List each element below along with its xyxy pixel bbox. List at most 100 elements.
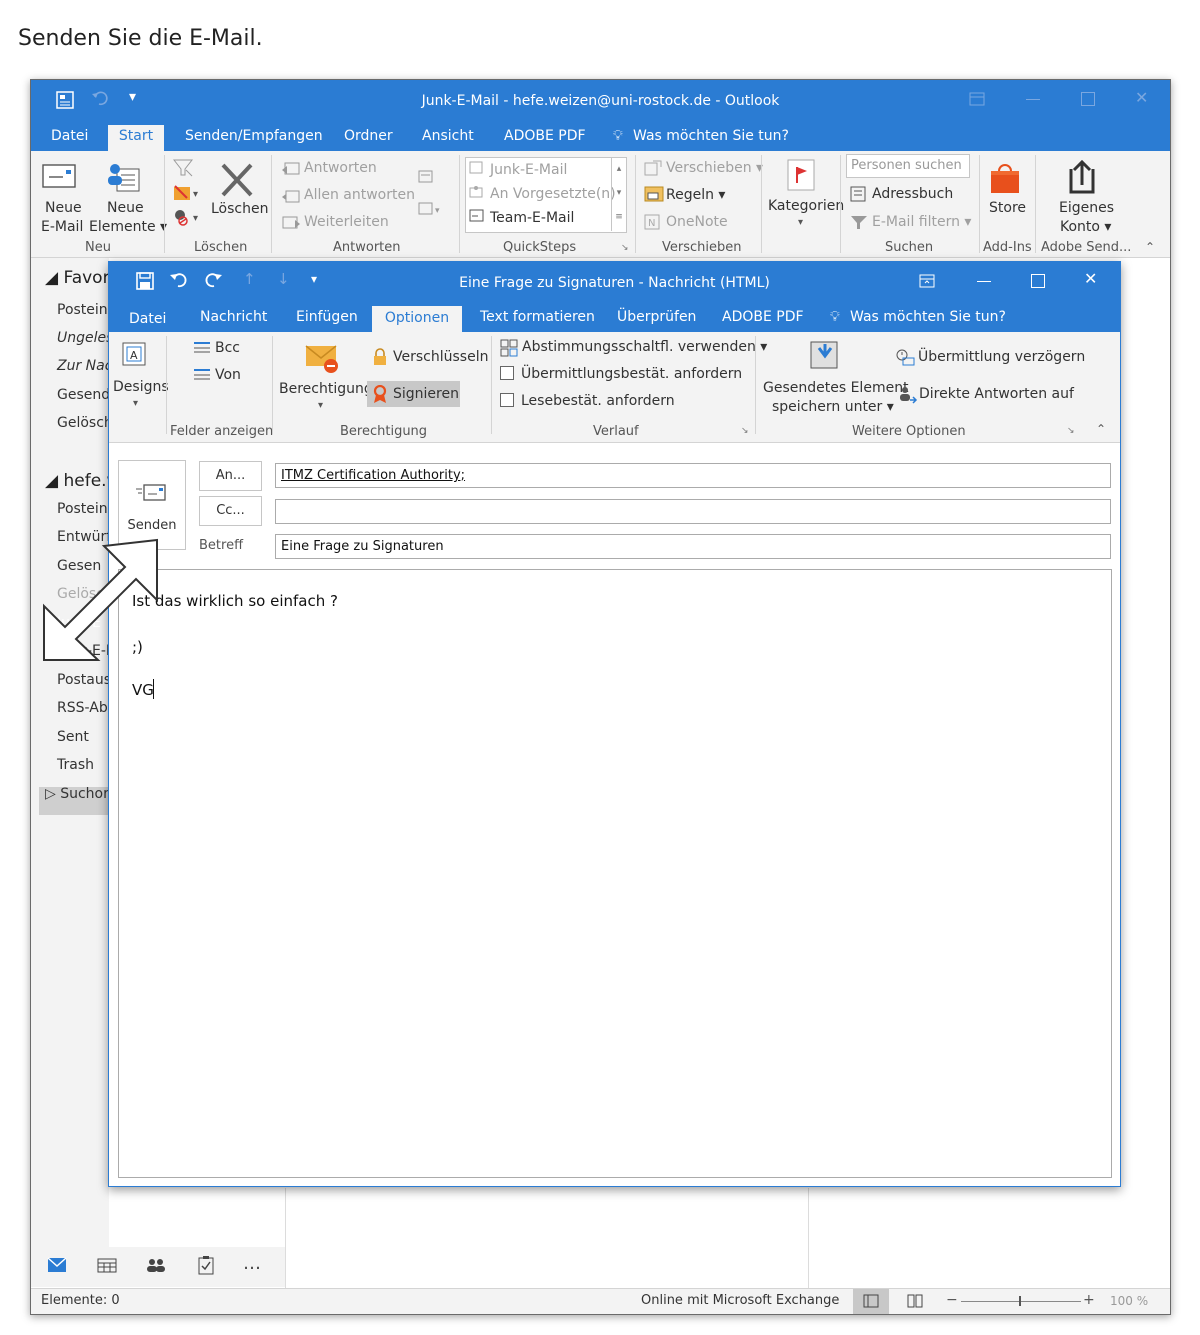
- tab-adobe-pdf[interactable]: ADOBE PDF: [722, 306, 804, 332]
- mail-icon[interactable]: [47, 1257, 67, 1273]
- folder-item[interactable]: Sent: [57, 729, 89, 745]
- folder-item[interactable]: Postaus: [57, 672, 109, 688]
- minimize-icon[interactable]: [977, 281, 991, 282]
- read-receipt-checkbox[interactable]: Lesebestät. anfordern: [500, 393, 675, 409]
- folder-favorite[interactable]: Ungeles: [57, 330, 109, 346]
- more-modules-icon[interactable]: …: [243, 1253, 261, 1274]
- sign-button[interactable]: Signieren: [393, 386, 459, 402]
- ribbon-display-options-icon[interactable]: [919, 274, 935, 288]
- favorites-header[interactable]: ◢ Favorit: [45, 268, 109, 288]
- tab-ordner[interactable]: Ordner: [344, 125, 393, 151]
- themes-button[interactable]: Designs: [113, 379, 169, 395]
- direct-replies-button[interactable]: Direkte Antworten auf: [919, 386, 1074, 402]
- folder-item[interactable]: ▷ Suchord: [45, 786, 109, 802]
- onenote-button[interactable]: OneNote: [666, 214, 728, 230]
- quickstep-junk[interactable]: Junk-E-Mail: [490, 162, 567, 178]
- voting-buttons-dropdown[interactable]: Abstimmungsschaltfl. verwenden ▾: [522, 339, 767, 355]
- zoom-in-icon[interactable]: +: [1083, 1292, 1095, 1308]
- tab-adobe-pdf[interactable]: ADOBE PDF: [504, 125, 586, 151]
- ribbon-display-options-icon[interactable]: [969, 92, 985, 106]
- dialog-launcher-icon[interactable]: ↘: [741, 426, 749, 436]
- checkbox-box[interactable]: [500, 393, 514, 407]
- store-button[interactable]: Store: [989, 200, 1026, 216]
- new-email-label-2[interactable]: E-Mail: [41, 219, 83, 235]
- permission-button[interactable]: Berechtigung: [279, 381, 373, 397]
- zoom-out-icon[interactable]: −: [946, 1292, 958, 1308]
- tasks-icon[interactable]: [197, 1255, 215, 1275]
- maximize-icon[interactable]: [1081, 92, 1095, 106]
- cc-button[interactable]: Cc...: [199, 496, 262, 526]
- junk-icon[interactable]: ▾: [171, 207, 201, 227]
- people-search-input[interactable]: Personen suchen: [846, 154, 970, 178]
- recipient-chip[interactable]: ITMZ Certification Authority;: [281, 468, 465, 483]
- tab-ansicht[interactable]: Ansicht: [422, 125, 474, 151]
- normal-view-icon[interactable]: [863, 1294, 879, 1308]
- tell-me-search[interactable]: Was möchten Sie tun?: [633, 125, 789, 151]
- from-button[interactable]: Von: [215, 367, 241, 383]
- tab-nachricht[interactable]: Nachricht: [200, 306, 267, 332]
- tab-senden-empfangen[interactable]: Senden/Empfangen: [185, 125, 323, 151]
- quickstep-manager[interactable]: An Vorgesetzte(n): [490, 186, 616, 202]
- address-book-button[interactable]: Adressbuch: [872, 186, 953, 202]
- tab-optionen[interactable]: Optionen: [372, 306, 462, 332]
- folder-item[interactable]: Posteing: [57, 501, 109, 517]
- save-sent-item-label-1[interactable]: Gesendetes Element: [763, 380, 909, 396]
- encrypt-button[interactable]: Verschlüsseln: [393, 349, 488, 365]
- folder-favorite[interactable]: Gelösch: [57, 415, 109, 431]
- dialog-launcher-icon[interactable]: ↘: [621, 243, 629, 253]
- reading-view-icon[interactable]: [907, 1294, 923, 1308]
- zoom-slider-thumb[interactable]: [1019, 1296, 1021, 1306]
- tab-start[interactable]: Start: [108, 125, 164, 151]
- maximize-icon[interactable]: [1031, 274, 1045, 288]
- to-button[interactable]: An...: [199, 461, 262, 491]
- calendar-icon[interactable]: [97, 1257, 117, 1273]
- meeting-reply-icon[interactable]: [417, 169, 435, 185]
- tab-datei[interactable]: Datei: [129, 308, 166, 334]
- cc-field[interactable]: [275, 499, 1111, 524]
- folder-favorite[interactable]: Posteing: [57, 302, 109, 318]
- reply-button[interactable]: Antworten: [304, 160, 377, 176]
- tab-text-formatieren[interactable]: Text formatieren: [480, 306, 595, 332]
- permission-dropdown-icon[interactable]: ▾: [318, 400, 323, 411]
- folder-favorite[interactable]: Zur Nac: [57, 358, 109, 374]
- to-field[interactable]: ITMZ Certification Authority;: [275, 463, 1111, 488]
- message-body-editor[interactable]: Ist das wirklich so einfach ? ;) VG: [118, 569, 1112, 1178]
- subject-field[interactable]: Eine Frage zu Signaturen: [275, 534, 1111, 559]
- zoom-slider[interactable]: [961, 1301, 1081, 1302]
- my-account-label-2[interactable]: Konto ▾: [1060, 219, 1111, 235]
- new-items-label-2[interactable]: Elemente ▾: [89, 219, 167, 235]
- more-respond-icon[interactable]: ▾: [417, 201, 443, 217]
- folder-item[interactable]: RSS-Abo: [57, 700, 109, 716]
- quicksteps-scroll[interactable]: ▴ ▾ ≡: [611, 157, 626, 231]
- themes-dropdown-icon[interactable]: ▾: [133, 398, 138, 409]
- dialog-launcher-icon[interactable]: ↘: [1067, 426, 1075, 436]
- tab-ueberpruefen[interactable]: Überprüfen: [617, 306, 696, 332]
- minimize-icon[interactable]: [1026, 99, 1040, 100]
- close-icon[interactable]: ✕: [1135, 88, 1148, 107]
- tab-datei[interactable]: Datei: [51, 125, 88, 151]
- filter-email-button[interactable]: E-Mail filtern ▾: [872, 214, 971, 230]
- people-icon[interactable]: [145, 1257, 167, 1273]
- close-icon[interactable]: ✕: [1084, 269, 1097, 288]
- reply-all-button[interactable]: Allen antworten: [304, 187, 415, 203]
- checkbox-box[interactable]: [500, 366, 514, 380]
- new-email-label-1[interactable]: Neue: [45, 200, 82, 216]
- tell-me-search[interactable]: Was möchten Sie tun?: [850, 306, 1006, 332]
- collapse-ribbon-icon[interactable]: ⌃: [1096, 422, 1106, 436]
- new-items-label-1[interactable]: Neue: [107, 200, 144, 216]
- folder-item[interactable]: Trash: [57, 757, 94, 773]
- folder-favorite[interactable]: Gesende: [57, 387, 109, 403]
- move-button[interactable]: Verschieben ▾: [666, 160, 763, 176]
- zoom-level[interactable]: 100 %: [1110, 1294, 1148, 1308]
- forward-button[interactable]: Weiterleiten: [304, 214, 389, 230]
- rules-button[interactable]: Regeln ▾: [666, 187, 725, 203]
- categorize-dropdown-icon[interactable]: ▾: [798, 217, 803, 228]
- save-sent-item-label-2[interactable]: speichern unter ▾: [772, 399, 894, 415]
- bcc-button[interactable]: Bcc: [215, 340, 240, 356]
- tab-einfuegen[interactable]: Einfügen: [296, 306, 358, 332]
- categorize-button[interactable]: Kategorien: [768, 198, 844, 214]
- account-header[interactable]: ◢ hefe.w: [45, 471, 109, 491]
- collapse-ribbon-icon[interactable]: ⌃: [1145, 240, 1155, 254]
- delete-button[interactable]: Löschen: [211, 201, 268, 217]
- quickstep-team-email[interactable]: Team-E-Mail: [490, 210, 574, 226]
